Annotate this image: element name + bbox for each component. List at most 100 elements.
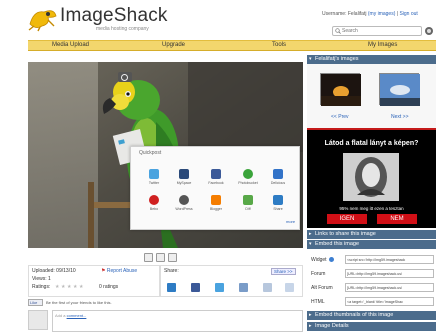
report-abuse-label: Report Abuse <box>106 268 138 274</box>
share-label: Share: <box>164 268 179 274</box>
embed-header[interactable]: Embed this image <box>307 240 436 249</box>
quickpost-label: Diff <box>245 207 251 211</box>
image-details-header[interactable]: Image Details <box>307 322 436 331</box>
nav-upgrade[interactable]: Upgrade <box>162 42 185 48</box>
ad-no-button[interactable]: NEM <box>377 214 417 224</box>
star-icon[interactable]: ★ <box>61 285 66 290</box>
help-icon[interactable] <box>328 257 334 263</box>
embed-label: Forum <box>311 271 326 277</box>
zoom-icon[interactable] <box>118 72 132 82</box>
prev-link[interactable]: << Prev <box>331 114 349 120</box>
quickpost-more-link[interactable]: more <box>286 219 295 224</box>
user-images-panel: << Prev Next >> <box>307 64 436 128</box>
ad-title: Látod a flatal lányt a képen? <box>324 140 419 147</box>
quickpost-panel: Quickpost Twitter MySpace Facebook Photo… <box>130 146 300 230</box>
embed-code-field[interactable]: [URL=http://img59.imageshack.us/ <box>345 269 434 278</box>
embed-code-field[interactable]: <script src='http://img59.imageshack <box>345 255 434 264</box>
rating-stars[interactable]: ★ ★ ★ ★ ★ <box>55 284 85 290</box>
comment-link[interactable]: comment... <box>67 313 87 318</box>
resize-icon[interactable] <box>168 253 177 262</box>
quickpost-diff[interactable]: Diff <box>237 195 259 219</box>
quickpost-share[interactable]: Share <box>267 195 289 219</box>
comment-section: Add a comment... <box>28 310 303 334</box>
quickpost-myspace[interactable]: MySpace <box>173 169 195 193</box>
nav-media-upload[interactable]: Media Upload <box>52 42 89 48</box>
quickpost-bebo[interactable]: Bebo <box>143 195 165 219</box>
star-icon[interactable]: ★ <box>55 285 60 290</box>
quickpost-label: WordPress <box>175 207 193 211</box>
sky-thumbnail <box>380 74 420 106</box>
logo-text[interactable]: ImageShack <box>60 5 168 27</box>
embed-row-forum: Forum [URL=http://img59.imageshack.us/ <box>307 268 436 280</box>
star-icon[interactable]: ★ <box>73 285 78 290</box>
thumbnail-image[interactable] <box>379 73 420 106</box>
site-header: ImageShack media hosting company Usernam… <box>0 0 436 38</box>
diff-icon <box>243 195 253 205</box>
sunset-thumbnail <box>321 74 361 106</box>
search-go-button[interactable] <box>425 27 433 35</box>
share-icon <box>273 195 283 205</box>
comment-prefix: Add a <box>55 313 66 318</box>
nav-tools[interactable]: Tools <box>272 42 286 48</box>
image-stats: Uploaded: 09/13/10 ⚑ Report Abuse Views:… <box>28 265 160 297</box>
embed-code-field[interactable]: [URL=http://img59.imageshack.us/ <box>345 283 434 292</box>
username-label: Username: Felalifatj <box>322 11 367 17</box>
frog-logo-icon[interactable] <box>28 4 58 32</box>
quickpost-wordpress[interactable]: WordPress <box>173 195 195 219</box>
views-count: Views: 1 <box>32 276 51 282</box>
advertisement[interactable]: Látod a flatal lányt a képen? 95% nem me… <box>307 128 436 228</box>
embed-panel: Widget <script src='http://img59.imagesh… <box>307 249 436 309</box>
quickpost-label: Delicious <box>270 181 286 185</box>
search-input[interactable] <box>342 27 420 35</box>
ratings-label: Ratings: <box>32 284 51 290</box>
user-links: Username: Felalifatj (my images) | Sign … <box>322 11 418 17</box>
star-icon[interactable]: ★ <box>79 285 84 290</box>
quickpost-facebook[interactable]: Facebook <box>205 169 227 193</box>
sign-out-link[interactable]: Sign out <box>399 11 417 17</box>
rotate-right-icon[interactable] <box>156 253 165 262</box>
bebo-icon <box>149 195 159 205</box>
my-images-link[interactable]: (my images) <box>368 11 396 17</box>
user-images-header[interactable]: Felalifatj's images <box>307 55 436 64</box>
embed-row-alt-forum: Alt Forum [URL=http://img59.imageshack.u… <box>307 282 436 294</box>
email-icon[interactable] <box>263 283 272 292</box>
quickpost-twitter[interactable]: Twitter <box>143 169 165 193</box>
digg-icon[interactable] <box>239 283 248 292</box>
rotate-left-icon[interactable] <box>144 253 153 262</box>
blogger-icon <box>211 195 221 205</box>
share-box: Share: Share >> <box>160 265 303 297</box>
myspace-icon <box>179 169 189 179</box>
star-icon[interactable]: ★ <box>67 285 72 290</box>
quickpost-label: Photobucket <box>238 181 258 185</box>
facebook-icon[interactable] <box>191 283 200 292</box>
next-link[interactable]: Next >> <box>391 114 409 120</box>
quickpost-delicious[interactable]: Delicious <box>267 169 289 193</box>
embed-code-field[interactable]: <a target='_blank' title='ImageShac <box>345 297 434 306</box>
ad-image <box>343 153 399 201</box>
like-button[interactable]: Like <box>28 299 43 306</box>
main-nav: Media Upload Upgrade Tools My Images <box>28 40 436 51</box>
logo-tagline: media hosting company <box>96 26 149 32</box>
report-abuse-link[interactable]: ⚑ Report Abuse <box>101 268 137 274</box>
quickpost-label: MySpace <box>176 181 192 185</box>
avatar <box>28 310 48 330</box>
quickpost-blogger[interactable]: Blogger <box>205 195 227 219</box>
bookmark-icon[interactable] <box>285 283 294 292</box>
flag-icon: ⚑ <box>101 268 106 274</box>
like-text: Be the first of your friends to like thi… <box>46 300 112 305</box>
comment-input[interactable]: Add a comment... <box>52 310 303 332</box>
delicious-icon <box>273 169 283 179</box>
quickpost-photobucket[interactable]: Photobucket <box>237 169 259 193</box>
embed-thumbs-header[interactable]: Embed thumbnails of this image <box>307 311 436 320</box>
embed-label: Alt Forum <box>311 285 333 291</box>
photobucket-icon <box>243 169 253 179</box>
share-more-button[interactable]: Share >> <box>271 268 296 275</box>
nav-my-images[interactable]: My Images <box>368 42 397 48</box>
quickpost-label: Facebook <box>208 181 224 185</box>
ad-yes-button[interactable]: IGEN <box>327 214 367 224</box>
share-icon[interactable] <box>167 283 176 292</box>
twitter-icon[interactable] <box>215 283 224 292</box>
quickpost-label: Blogger <box>209 207 223 211</box>
share-links-header[interactable]: Links to share this image <box>307 230 436 239</box>
thumbnail-image[interactable] <box>320 73 361 106</box>
